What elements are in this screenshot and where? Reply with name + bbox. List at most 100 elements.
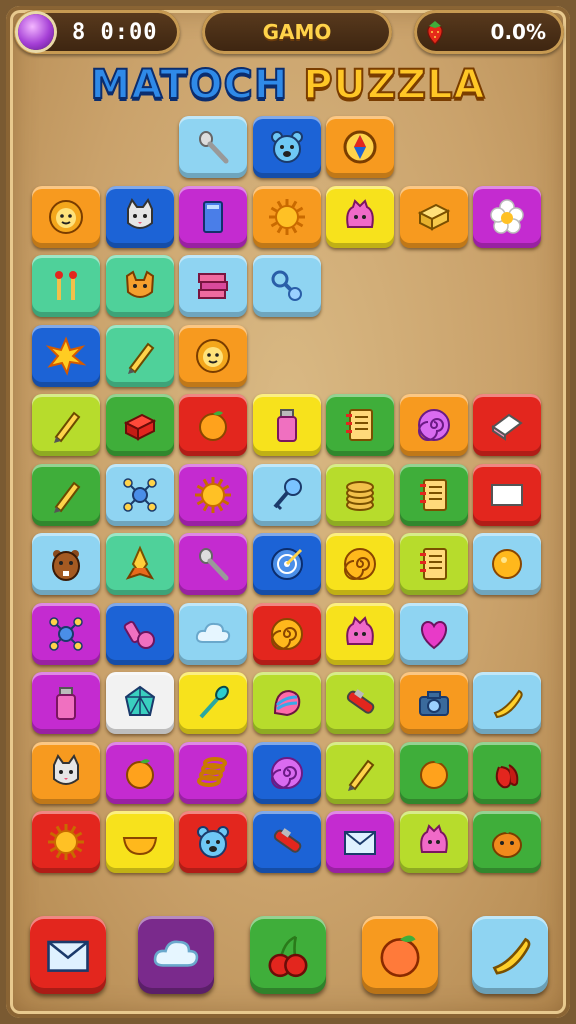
puzzle-tile[interactable] xyxy=(326,394,394,456)
cherry-button[interactable] xyxy=(250,916,326,994)
puzzle-tile[interactable] xyxy=(473,811,541,873)
notebook-icon xyxy=(419,548,447,580)
puzzle-tile[interactable] xyxy=(252,255,321,317)
puzzle-tile[interactable] xyxy=(105,533,174,595)
puzzle-tile[interactable] xyxy=(32,255,100,317)
puzzle-tile[interactable] xyxy=(179,185,247,248)
orange-icon xyxy=(125,758,154,789)
orange-icon xyxy=(419,758,448,789)
puzzle-tile[interactable] xyxy=(326,811,394,873)
mail-button[interactable] xyxy=(30,916,106,994)
gem-icon[interactable] xyxy=(18,14,54,50)
puzzle-tile[interactable] xyxy=(399,602,468,665)
puzzle-tile[interactable] xyxy=(32,602,100,665)
puzzle-tile[interactable] xyxy=(473,672,541,734)
puzzle-tile[interactable] xyxy=(32,463,100,526)
puzzle-tile[interactable] xyxy=(32,811,100,873)
puzzle-tile[interactable] xyxy=(326,463,394,526)
puzzle-tile[interactable] xyxy=(252,672,321,734)
puzzle-tile[interactable] xyxy=(179,463,247,526)
puzzle-tile[interactable] xyxy=(399,394,468,456)
card-icon xyxy=(491,483,523,506)
puzzle-tile[interactable] xyxy=(32,741,100,804)
heart-icon xyxy=(420,620,447,649)
puzzle-tile[interactable] xyxy=(179,116,247,178)
puzzle-tile[interactable] xyxy=(473,463,541,526)
progress-text: 0.0% xyxy=(490,20,546,44)
title-word-2: PUZZLA xyxy=(302,61,486,109)
puzzle-tile[interactable] xyxy=(105,185,174,248)
spoon-icon xyxy=(199,548,229,581)
fox-icon xyxy=(125,270,154,298)
puzzle-tile[interactable] xyxy=(473,533,541,595)
puzzle-tile[interactable] xyxy=(252,116,321,178)
banana-icon xyxy=(492,937,531,975)
puzzle-tile[interactable] xyxy=(252,463,321,526)
peach-button[interactable] xyxy=(362,916,438,994)
notebook-icon xyxy=(346,409,373,441)
puzzle-tile[interactable] xyxy=(326,672,394,734)
puzzle-tile[interactable] xyxy=(105,324,174,387)
puzzle-tile[interactable] xyxy=(326,185,394,248)
puzzle-tile[interactable] xyxy=(179,741,247,804)
puzzle-tile[interactable] xyxy=(179,255,247,317)
strawberry-icon xyxy=(427,21,443,45)
pencil-icon xyxy=(127,342,154,374)
puzzle-tile[interactable] xyxy=(326,602,394,665)
books-icon xyxy=(198,273,228,299)
puzzle-tile[interactable] xyxy=(179,672,247,734)
tube-icon xyxy=(273,828,301,853)
puzzle-tile[interactable] xyxy=(252,602,321,665)
game-label-panel[interactable]: GAMO xyxy=(202,10,392,54)
puzzle-tile[interactable] xyxy=(105,255,174,317)
puzzle-tile[interactable] xyxy=(179,533,247,595)
puzzle-tile[interactable] xyxy=(326,533,394,595)
puzzle-tile[interactable] xyxy=(105,463,174,526)
puzzle-tile[interactable] xyxy=(252,811,321,873)
puzzle-tile[interactable] xyxy=(105,672,174,734)
puzzle-tile[interactable] xyxy=(399,185,468,248)
banana-button[interactable] xyxy=(472,916,548,994)
puzzle-tile[interactable] xyxy=(252,185,321,248)
cloud-button[interactable] xyxy=(138,916,214,994)
rattle-icon xyxy=(271,270,302,301)
lollipop-icon xyxy=(270,756,303,789)
puzzle-tile[interactable] xyxy=(179,394,247,456)
spring-icon xyxy=(197,756,227,787)
puzzle-tile[interactable] xyxy=(32,394,100,456)
puzzle-tile[interactable] xyxy=(252,741,321,804)
puzzle-tile[interactable] xyxy=(32,672,100,734)
bear-icon xyxy=(270,131,303,163)
orange-icon xyxy=(199,411,227,441)
puzzle-tile[interactable] xyxy=(105,741,174,804)
puzzle-tile[interactable] xyxy=(326,116,394,178)
burst-icon xyxy=(46,335,86,376)
puzzle-tile[interactable] xyxy=(179,602,247,665)
puzzle-tile[interactable] xyxy=(105,602,174,665)
puzzle-tile[interactable] xyxy=(105,811,174,873)
puzzle-tile[interactable] xyxy=(399,741,468,804)
puzzle-tile[interactable] xyxy=(399,672,468,734)
puzzle-tile[interactable] xyxy=(252,533,321,595)
puzzle-tile[interactable] xyxy=(473,394,541,456)
sun-icon xyxy=(195,476,231,513)
puzzle-tile[interactable] xyxy=(473,741,541,804)
puzzle-tile[interactable] xyxy=(32,324,100,387)
brush-icon xyxy=(199,685,229,719)
puzzle-tile[interactable] xyxy=(105,394,174,456)
puzzle-tile[interactable] xyxy=(399,463,468,526)
envelope-icon xyxy=(344,831,376,855)
puzzle-tile[interactable] xyxy=(399,533,468,595)
puzzle-tile[interactable] xyxy=(399,811,468,873)
puzzle-tile[interactable] xyxy=(179,811,247,873)
puzzle-tile[interactable] xyxy=(32,185,100,248)
box-icon xyxy=(417,203,450,231)
puzzle-tile[interactable] xyxy=(179,324,247,387)
puzzle-tile[interactable] xyxy=(326,741,394,804)
puzzle-tile[interactable] xyxy=(473,185,541,248)
puzzle-tile[interactable] xyxy=(252,394,321,456)
pepper-icon xyxy=(495,757,519,788)
puzzle-tile[interactable] xyxy=(32,533,100,595)
envelope-icon xyxy=(47,940,89,972)
timer-text: 8 0:00 xyxy=(72,19,158,45)
